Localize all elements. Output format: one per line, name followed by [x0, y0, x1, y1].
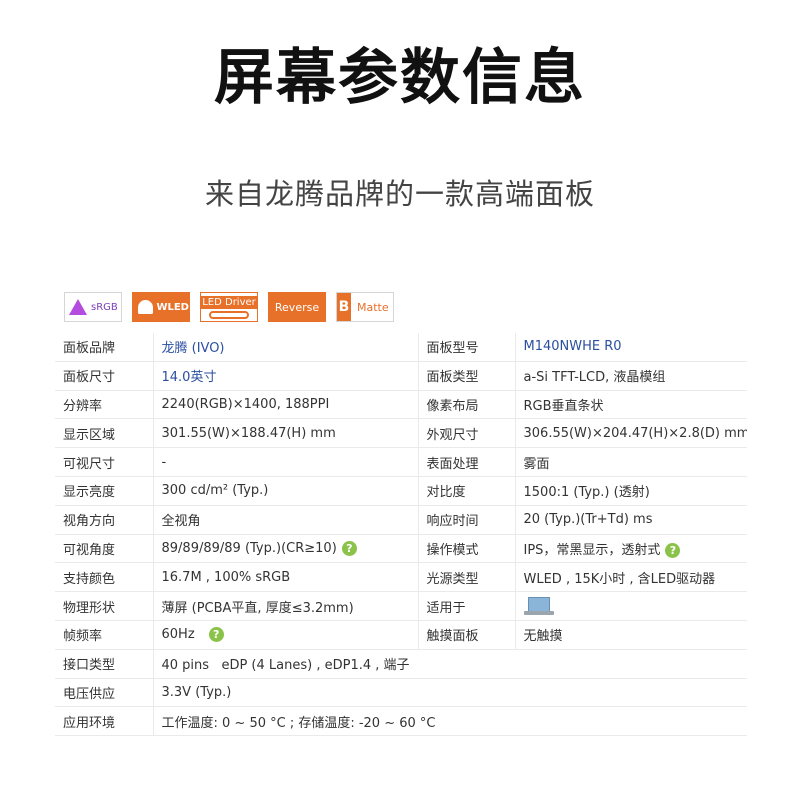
reverse-badge: Reverse: [268, 292, 326, 322]
spec-key: 外观尺寸: [417, 418, 515, 449]
spec-key: 响应时间: [417, 505, 515, 535]
spec-key: 对比度: [417, 476, 515, 506]
spec-value: -: [152, 447, 418, 477]
spec-value: 301.55(W)×188.47(H) mm: [152, 418, 418, 449]
table-row: 可视尺寸 - 表面处理 雾面: [55, 447, 747, 477]
spec-value: RGB垂直条状: [514, 390, 747, 420]
spec-value: 全视角: [152, 505, 418, 535]
spec-key: 面板尺寸: [55, 361, 153, 391]
table-row: 分辨率 2240(RGB)×1400, 188PPI 像素布局 RGB垂直条状: [55, 390, 747, 420]
table-row: 视角方向 全视角 响应时间 20 (Typ.)(Tr+Td) ms: [55, 505, 747, 535]
matte-badge-label: Matte: [357, 300, 389, 314]
spec-key: 光源类型: [417, 562, 515, 593]
spec-key: 面板类型: [417, 361, 515, 391]
spec-key: 表面处理: [417, 447, 515, 477]
spec-key: 可视角度: [55, 534, 153, 564]
spec-key: 适用于: [417, 591, 515, 621]
spec-value-link[interactable]: 龙腾 (IVO): [152, 333, 418, 362]
driver-circuit-icon: [209, 310, 249, 319]
spec-value: 89/89/89/89 (Typ.)(CR≥10): [161, 540, 337, 556]
spec-value: 3.3V (Typ.): [152, 678, 747, 708]
spec-value: 300 cd/m² (Typ.): [152, 476, 418, 506]
spec-key: 视角方向: [55, 505, 153, 535]
spec-value: 工作温度: 0 ~ 50 °C ; 存储温度: -20 ~ 60 °C: [152, 706, 747, 737]
spec-value: 薄屏 (PCBA平直, 厚度≤3.2mm): [152, 591, 418, 621]
spec-key: 电压供应: [55, 678, 153, 708]
led-driver-badge: LED Driver: [200, 292, 258, 322]
spec-value: 2240(RGB)×1400, 188PPI: [152, 390, 418, 420]
spec-table: 面板品牌 龙腾 (IVO) 面板型号 M140NWHE R0 面板尺寸 14.0…: [55, 333, 747, 737]
color-gamut-icon: [69, 299, 87, 315]
page-subtitle: 来自龙腾品牌的一款高端面板: [204, 177, 595, 211]
table-row: 面板品牌 龙腾 (IVO) 面板型号 M140NWHE R0: [55, 333, 747, 362]
table-row: 可视角度 89/89/89/89 (Typ.)(CR≥10)? 操作模式 IPS…: [55, 534, 747, 564]
wled-badge: WLED: [132, 292, 190, 322]
spec-value: a-Si TFT-LCD, 液晶模组: [514, 361, 747, 391]
spec-value-cell: IPS，常黑显示，透射式?: [514, 534, 747, 564]
page-title: 屏幕参数信息: [214, 43, 586, 113]
spec-value-cell: [514, 591, 747, 621]
table-row: 物理形状 薄屏 (PCBA平直, 厚度≤3.2mm) 适用于: [55, 591, 747, 621]
table-row: 电压供应 3.3V (Typ.): [55, 678, 747, 708]
spec-value: IPS，常黑显示，透射式: [523, 542, 661, 558]
spec-key: 支持颜色: [55, 562, 153, 593]
spec-key: 物理形状: [55, 591, 153, 621]
table-row: 接口类型 40 pins eDP (4 Lanes) , eDP1.4 , 端子: [55, 649, 747, 679]
spec-value: 无触摸: [514, 620, 747, 650]
spec-value: 40 pins eDP (4 Lanes) , eDP1.4 , 端子: [152, 649, 747, 679]
help-icon[interactable]: ?: [341, 540, 357, 556]
spec-key: 面板品牌: [55, 333, 153, 362]
spec-key: 操作模式: [417, 534, 515, 564]
spec-value: 306.55(W)×204.47(H)×2.8(D) mm: [514, 418, 747, 449]
spec-key: 应用环境: [55, 706, 153, 737]
reverse-badge-label: Reverse: [274, 300, 320, 314]
led-lamp-icon: [138, 300, 154, 314]
spec-key: 显示区域: [55, 418, 153, 449]
spec-key: 显示亮度: [55, 476, 153, 506]
matte-badge: B Matte: [336, 292, 394, 322]
help-icon[interactable]: ?: [208, 627, 224, 643]
spec-key: 分辨率: [55, 390, 153, 420]
table-row: 面板尺寸 14.0英寸 面板类型 a-Si TFT-LCD, 液晶模组: [55, 361, 747, 391]
spec-value: 1500:1 (Typ.) (透射): [514, 476, 747, 506]
table-row: 应用环境 工作温度: 0 ~ 50 °C ; 存储温度: -20 ~ 60 °C: [55, 706, 747, 737]
spec-key: 可视尺寸: [55, 447, 153, 477]
spec-value-cell: 89/89/89/89 (Typ.)(CR≥10)?: [152, 534, 418, 564]
spec-key: 帧频率: [55, 620, 153, 650]
spec-value: 16.7M , 100% sRGB: [152, 562, 418, 593]
matte-badge-letter: B: [337, 293, 351, 321]
spec-value: 60Hz: [161, 627, 195, 643]
spec-value-link[interactable]: 14.0英寸: [152, 361, 418, 391]
table-row: 支持颜色 16.7M , 100% sRGB 光源类型 WLED , 15K小时…: [55, 562, 747, 593]
table-row: 显示亮度 300 cd/m² (Typ.) 对比度 1500:1 (Typ.) …: [55, 476, 747, 506]
spec-key: 触摸面板: [417, 620, 515, 650]
spec-key: 接口类型: [55, 649, 153, 679]
spec-value: 20 (Typ.)(Tr+Td) ms: [514, 505, 747, 535]
help-icon[interactable]: ?: [665, 542, 681, 558]
table-row: 显示区域 301.55(W)×188.47(H) mm 外观尺寸 306.55(…: [55, 418, 747, 449]
srgb-badge: sRGB: [64, 292, 122, 322]
led-driver-badge-label: LED Driver: [201, 295, 257, 309]
srgb-badge-label: sRGB: [91, 301, 118, 313]
spec-value-link[interactable]: M140NWHE R0: [514, 333, 747, 362]
spec-value-cell: 60Hz?: [152, 620, 418, 650]
spec-value: WLED , 15K小时 , 含LED驱动器: [514, 562, 747, 593]
wled-badge-label: WLED: [156, 301, 189, 313]
table-row: 帧频率 60Hz? 触摸面板 无触摸: [55, 620, 747, 650]
laptop-icon: [523, 595, 554, 617]
spec-value: 雾面: [514, 447, 747, 477]
spec-key: 面板型号: [417, 333, 515, 362]
spec-key: 像素布局: [417, 390, 515, 420]
